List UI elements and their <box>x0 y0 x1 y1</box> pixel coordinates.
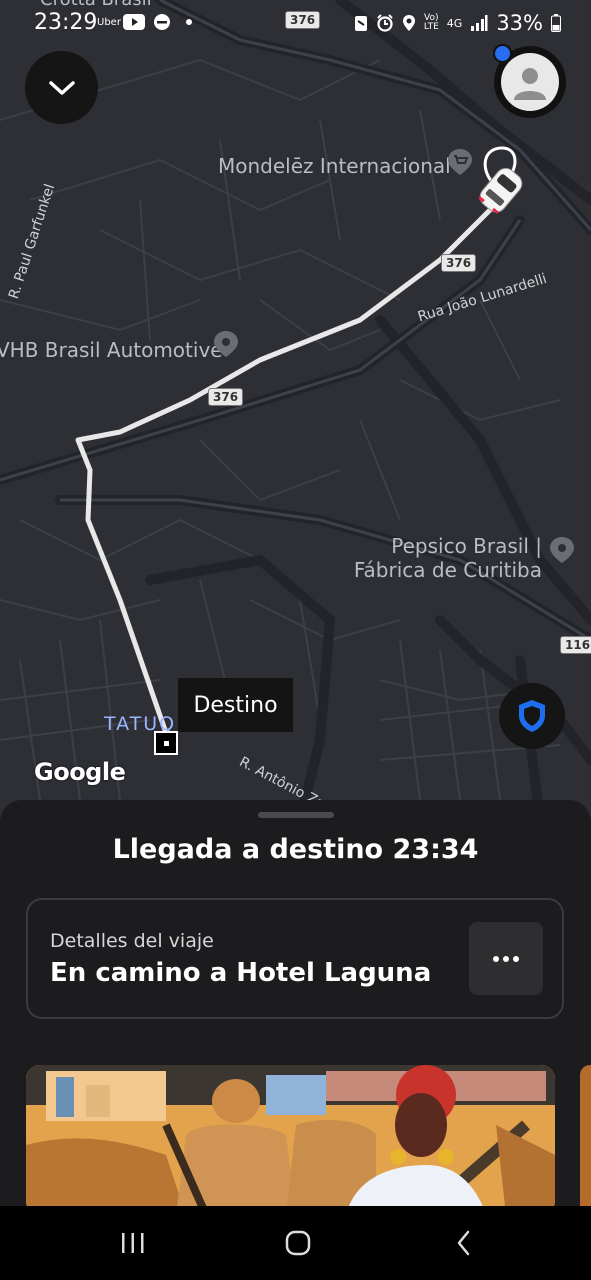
more-horizontal-icon <box>493 955 519 962</box>
poi-pepsico-line2: Fábrica de Curitiba <box>353 558 542 582</box>
minus-circle-icon <box>154 14 170 30</box>
battery-percentage: 33% <box>496 11 543 35</box>
google-logo: Google <box>34 758 126 786</box>
alarm-icon <box>377 14 393 32</box>
poi-pepsico-line1: Pepsico Brasil | <box>391 534 542 558</box>
trip-bottom-sheet[interactable]: Llegada a destino 23:34 Detalles del via… <box>0 800 591 1220</box>
route-line <box>75 197 503 733</box>
car-icon <box>478 146 523 214</box>
home-button[interactable] <box>278 1226 318 1260</box>
volte-indicator: Vo) LTE <box>423 13 439 32</box>
trip-details-card[interactable]: Detalles del viaje En camino a Hotel Lag… <box>26 898 564 1019</box>
map-view[interactable]: Mondelēz Internacional VHB Brasil Automo… <box>0 0 591 820</box>
user-icon <box>514 68 546 100</box>
map-pin-icon[interactable] <box>548 536 576 564</box>
status-app-label: Uber <box>97 17 121 28</box>
sheet-drag-handle[interactable] <box>258 812 334 818</box>
trip-status-text: En camino a Hotel Laguna <box>50 958 432 988</box>
youtube-icon <box>123 14 145 30</box>
collapse-button[interactable] <box>25 51 98 124</box>
promo-card-image[interactable] <box>26 1065 555 1215</box>
route-shield: 376 <box>441 254 477 272</box>
more-options-button[interactable] <box>469 922 543 995</box>
poi-vhb-label[interactable]: VHB Brasil Automotive <box>0 338 223 362</box>
nfc-icon <box>354 16 367 31</box>
system-navigation-bar <box>0 1206 591 1280</box>
dot-icon <box>186 19 192 25</box>
chevron-down-icon <box>48 80 75 95</box>
destination-marker-icon <box>154 731 178 755</box>
route-shield: 116 <box>560 636 591 654</box>
back-icon <box>457 1230 470 1256</box>
promo-illustration <box>26 1065 555 1215</box>
poi-pepsico-label[interactable]: Pepsico Brasil | Fábrica de Curitiba <box>352 534 542 582</box>
shield-icon <box>519 700 545 732</box>
notification-dot <box>493 44 512 63</box>
location-icon <box>402 15 415 31</box>
back-button[interactable] <box>444 1226 484 1260</box>
status-bar: 23:29 Uber Vo) LTE 4G 33% <box>0 0 591 44</box>
battery-icon <box>551 14 561 32</box>
route-shield: 376 <box>208 388 244 406</box>
home-icon <box>285 1230 311 1256</box>
safety-button[interactable] <box>499 683 565 749</box>
recent-apps-icon <box>122 1233 144 1253</box>
destination-label: Destino <box>178 678 293 732</box>
arrival-time-title: Llegada a destino 23:34 <box>112 834 479 865</box>
poi-mondelez-label[interactable]: Mondelēz Internacional <box>218 154 451 178</box>
network-type: 4G <box>446 16 463 30</box>
recent-apps-button[interactable] <box>113 1226 153 1260</box>
status-time: 23:29 <box>34 10 98 35</box>
signal-icon <box>471 15 488 31</box>
promo-card-next[interactable] <box>580 1065 591 1215</box>
map-pin-icon[interactable] <box>212 330 240 358</box>
map-roads <box>0 0 591 820</box>
trip-details-label: Detalles del viaje <box>50 930 214 952</box>
